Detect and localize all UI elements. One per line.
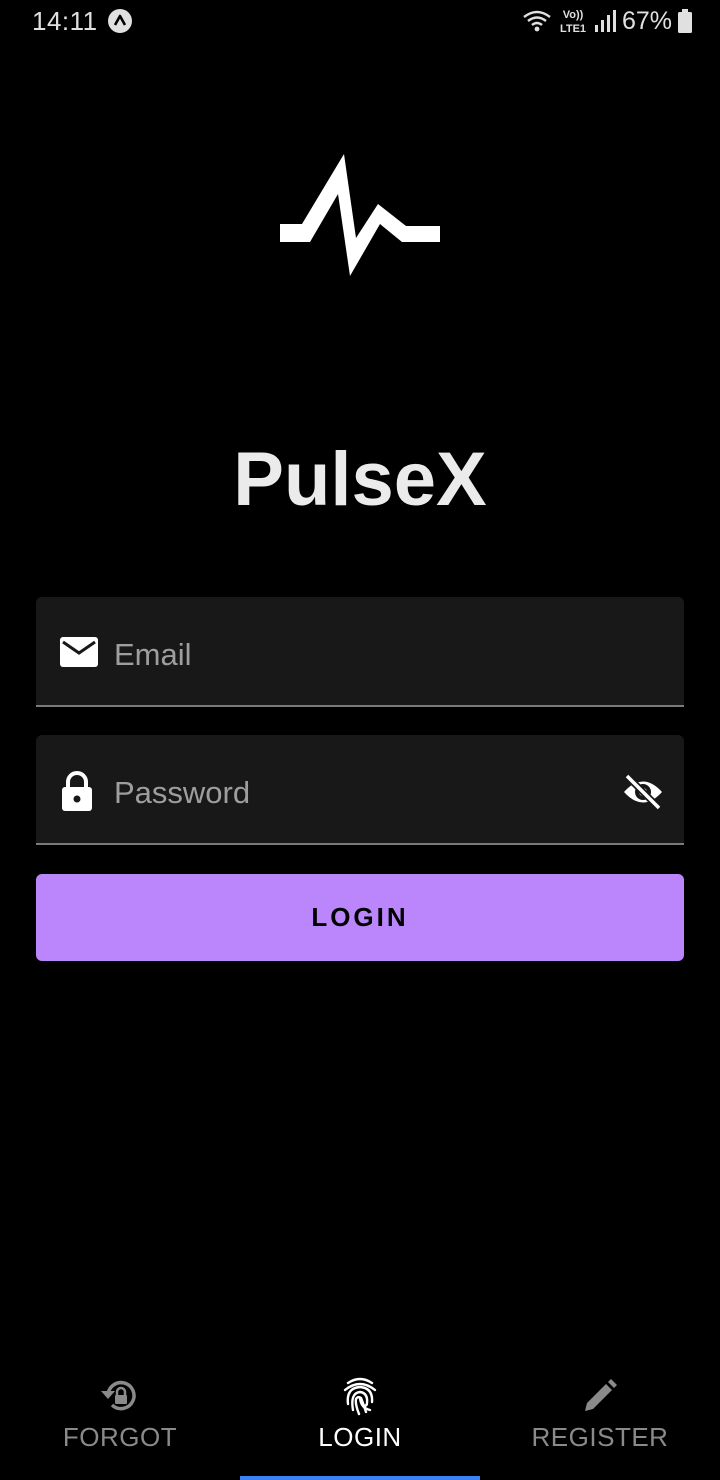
visibility-off-icon[interactable] bbox=[622, 773, 664, 811]
nav-label-forgot: FORGOT bbox=[62, 1422, 178, 1452]
nav-active-indicator bbox=[240, 1476, 480, 1480]
battery-percent: 67% bbox=[621, 6, 672, 35]
nav-item-register[interactable]: REGISTER bbox=[480, 1360, 720, 1480]
signal-icon bbox=[594, 10, 616, 32]
email-input[interactable] bbox=[114, 625, 594, 685]
battery-icon bbox=[678, 9, 692, 33]
email-icon bbox=[60, 637, 98, 667]
bottom-nav: FORGOT LOGIN REGISTER bbox=[0, 1360, 720, 1480]
email-field[interactable] bbox=[36, 597, 684, 707]
wifi-icon bbox=[523, 10, 551, 32]
pulse-logo-icon bbox=[280, 154, 440, 276]
nav-item-forgot[interactable]: FORGOT bbox=[0, 1360, 240, 1480]
network-label-top: Vo)) bbox=[563, 9, 584, 21]
status-icons: Vo)) LTE1 67% bbox=[522, 4, 692, 38]
status-time: 14:11 bbox=[32, 6, 98, 36]
lock-icon bbox=[62, 771, 92, 811]
nav-item-login[interactable]: LOGIN bbox=[240, 1360, 480, 1480]
nav-label-register: REGISTER bbox=[531, 1422, 669, 1452]
pencil-icon bbox=[585, 1379, 617, 1411]
app-notification-icon bbox=[108, 9, 132, 33]
nav-label-login: LOGIN bbox=[318, 1422, 402, 1452]
network-label-bottom: LTE1 bbox=[560, 23, 586, 35]
password-input[interactable] bbox=[114, 763, 594, 823]
app-title: PulseX bbox=[233, 437, 487, 522]
volte-icon: Vo)) LTE1 bbox=[560, 9, 586, 35]
login-button[interactable]: LOGIN bbox=[36, 874, 684, 961]
password-field[interactable] bbox=[36, 735, 684, 845]
lock-reset-icon bbox=[101, 1380, 136, 1411]
status-bar: 14:11 Vo)) LTE1 67% bbox=[0, 0, 720, 44]
fingerprint-icon bbox=[343, 1377, 377, 1416]
